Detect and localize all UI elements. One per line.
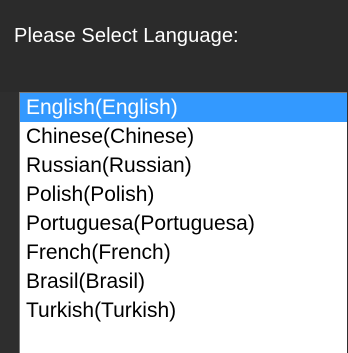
language-option-turkish[interactable]: Turkish(Turkish) <box>20 296 347 325</box>
language-option-brasil[interactable]: Brasil(Brasil) <box>20 267 347 296</box>
language-option-english[interactable]: English(English) <box>20 93 347 122</box>
select-language-prompt: Please Select Language: <box>14 25 239 47</box>
language-option-polish[interactable]: Polish(Polish) <box>20 180 347 209</box>
language-option-chinese[interactable]: Chinese(Chinese) <box>20 122 347 151</box>
language-option-portuguesa[interactable]: Portuguesa(Portuguesa) <box>20 209 347 238</box>
language-option-french[interactable]: French(French) <box>20 238 347 267</box>
language-listbox[interactable]: English(English) Chinese(Chinese) Russia… <box>19 92 347 353</box>
dialog-header: Please Select Language: <box>0 0 348 92</box>
language-dialog: Please Select Language: English(English)… <box>0 0 348 353</box>
language-option-russian[interactable]: Russian(Russian) <box>20 151 347 180</box>
